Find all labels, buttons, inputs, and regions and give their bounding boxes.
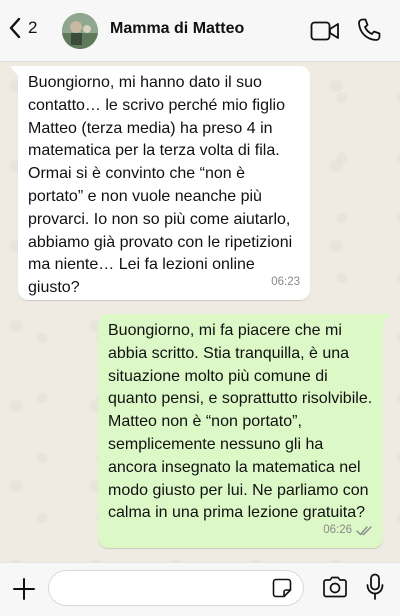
- back-button[interactable]: 2: [8, 17, 37, 39]
- microphone-icon[interactable]: [366, 573, 384, 601]
- video-call-icon[interactable]: [310, 20, 340, 42]
- message-time: 06:23: [271, 276, 300, 289]
- chat-area[interactable]: Buongiorno, mi hanno dato il suo contatt…: [0, 62, 400, 562]
- message-meta: 06:23: [271, 271, 300, 294]
- plus-icon[interactable]: [12, 577, 36, 601]
- message-text: Buongiorno, mi hanno dato il suo contatt…: [28, 74, 293, 297]
- chevron-left-icon: [9, 17, 21, 39]
- contact-name[interactable]: Mamma di Matteo: [110, 20, 244, 38]
- message-meta: 06:26: [323, 519, 373, 542]
- sticker-icon[interactable]: [272, 578, 292, 598]
- composer-bar: [0, 562, 400, 616]
- camera-icon[interactable]: [322, 576, 348, 598]
- message-time: 06:26: [323, 524, 352, 537]
- message-text: Buongiorno, mi fa piacere che mi abbia s…: [108, 322, 373, 522]
- message-input[interactable]: [48, 570, 304, 606]
- unread-count: 2: [28, 18, 38, 37]
- phone-icon[interactable]: [356, 17, 382, 43]
- avatar[interactable]: [62, 13, 98, 49]
- chat-header: 2 Mamma di Matteo: [0, 0, 400, 62]
- outgoing-message[interactable]: Buongiorno, mi fa piacere che mi abbia s…: [98, 314, 391, 548]
- incoming-message[interactable]: Buongiorno, mi hanno dato il suo contatt…: [10, 66, 310, 300]
- double-check-icon: [356, 526, 372, 536]
